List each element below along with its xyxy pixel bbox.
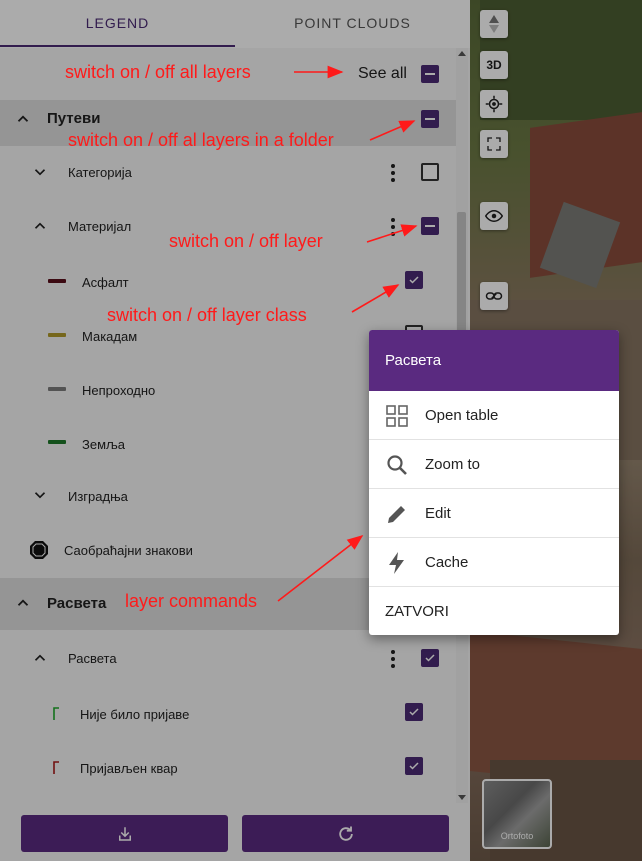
search-icon xyxy=(387,455,407,475)
annotation-folder: switch on / off al layers in a folder xyxy=(68,130,334,150)
menu-item-label: Zoom to xyxy=(425,456,481,473)
layer-context-menu: Расвета Open table Zoom to Edit Cache ZA… xyxy=(369,330,619,635)
annotation-layer-class: switch on / off layer class xyxy=(107,305,307,325)
menu-title: Расвета xyxy=(369,330,619,391)
annotation-commands: layer commands xyxy=(125,591,258,611)
annotation-layer: switch on / off layer xyxy=(169,231,323,251)
annotation-all-layers: switch on / off all layers xyxy=(65,62,251,82)
menu-item-label: Cache xyxy=(425,554,469,571)
menu-item-label: Open table xyxy=(425,407,499,424)
menu-item-label: Edit xyxy=(425,505,451,522)
menu-item-edit[interactable]: Edit xyxy=(369,489,619,538)
menu-item-cache[interactable]: Cache xyxy=(369,538,619,587)
pencil-icon xyxy=(388,506,405,523)
menu-item-zoom-to[interactable]: Zoom to xyxy=(369,440,619,489)
menu-close-button[interactable]: ZATVORI xyxy=(369,587,619,635)
lightning-icon xyxy=(389,552,404,574)
grid-icon xyxy=(386,405,408,427)
menu-item-open-table[interactable]: Open table xyxy=(369,391,619,440)
menu-close-label: ZATVORI xyxy=(385,603,449,620)
